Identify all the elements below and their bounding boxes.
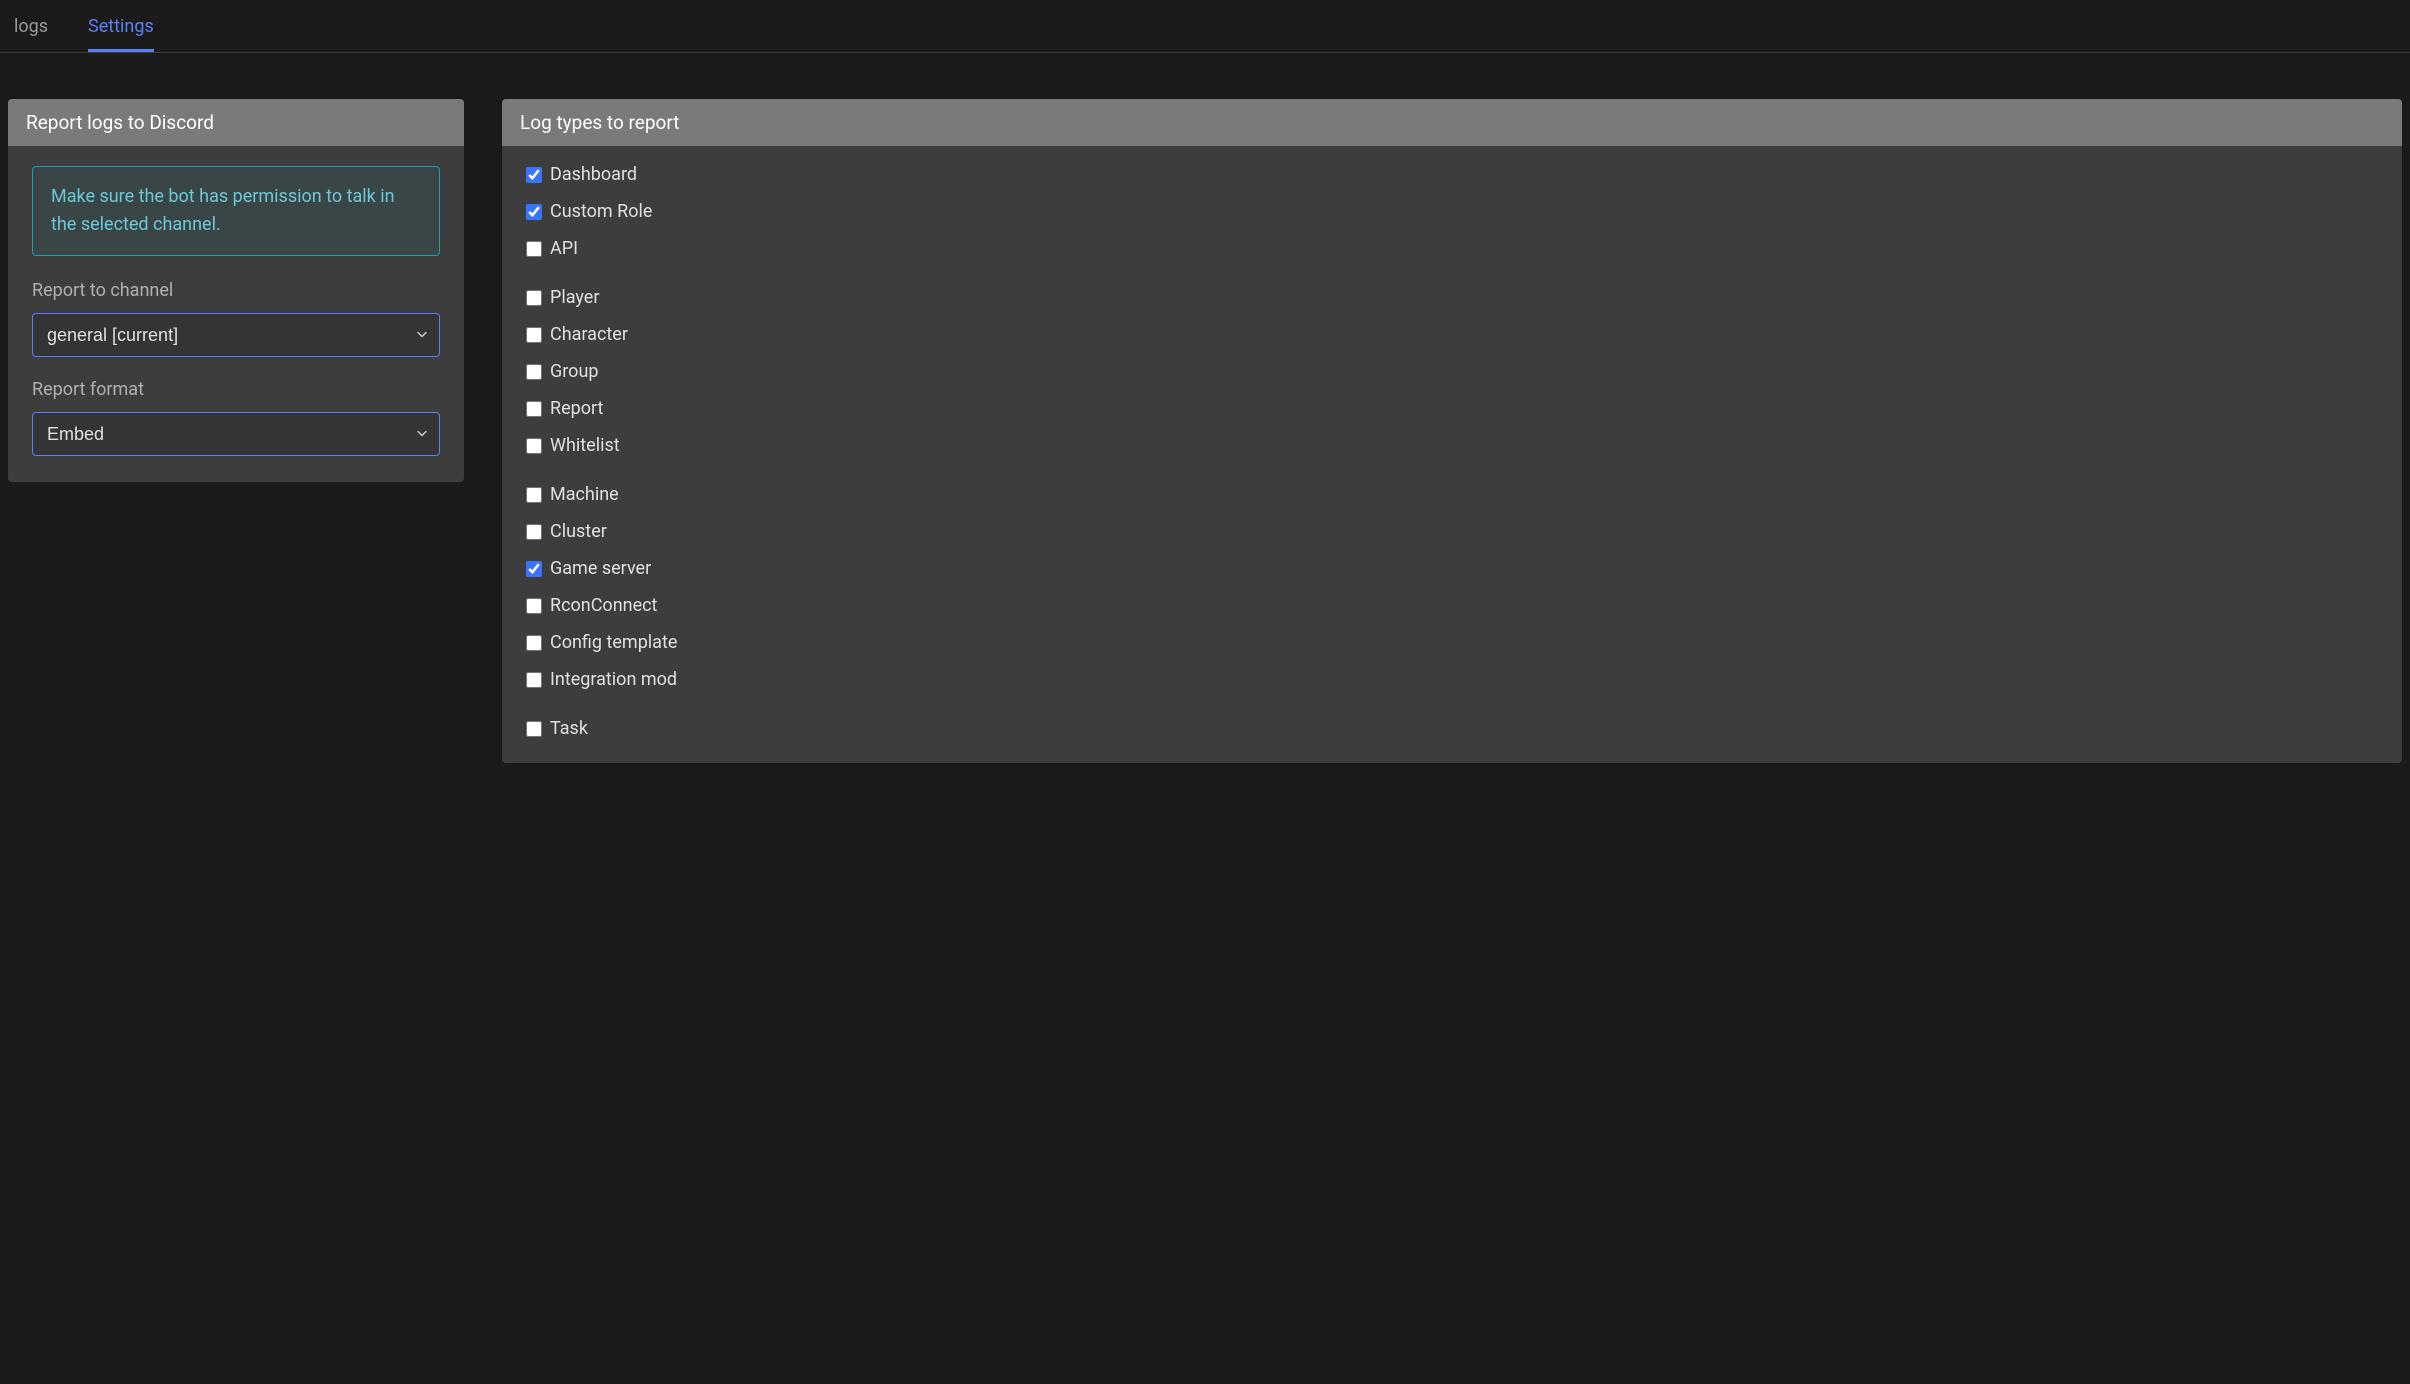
- checkbox-report[interactable]: [526, 401, 542, 417]
- checkbox-label-game-server[interactable]: Game server: [550, 558, 651, 579]
- select-wrap-channel: general [current]: [32, 313, 440, 357]
- log-type-row-character[interactable]: Character: [526, 324, 2378, 345]
- panel-report-logs: Report logs to Discord Make sure the bot…: [8, 99, 464, 482]
- checkbox-machine[interactable]: [526, 487, 542, 503]
- checkbox-label-custom-role[interactable]: Custom Role: [550, 201, 652, 222]
- checkbox-rconconnect[interactable]: [526, 598, 542, 614]
- checkbox-custom-role[interactable]: [526, 204, 542, 220]
- log-type-group: Task: [526, 718, 2378, 739]
- checkbox-label-player[interactable]: Player: [550, 287, 599, 308]
- checkbox-character[interactable]: [526, 327, 542, 343]
- log-type-row-integration-mod[interactable]: Integration mod: [526, 669, 2378, 690]
- checkbox-label-group[interactable]: Group: [550, 361, 598, 382]
- content-area: Report logs to Discord Make sure the bot…: [0, 53, 2410, 783]
- checkbox-label-rconconnect[interactable]: RconConnect: [550, 595, 657, 616]
- select-report-format[interactable]: Embed: [32, 412, 440, 456]
- checkbox-config-template[interactable]: [526, 635, 542, 651]
- panel-log-types: Log types to report Dashboard Custom Role…: [502, 99, 2402, 763]
- checkbox-label-config-template[interactable]: Config template: [550, 632, 677, 653]
- field-report-format: Report format Embed: [32, 379, 440, 456]
- select-report-channel[interactable]: general [current]: [32, 313, 440, 357]
- checkbox-label-cluster[interactable]: Cluster: [550, 521, 607, 542]
- log-type-row-dashboard[interactable]: Dashboard: [526, 164, 2378, 185]
- log-type-group: Dashboard Custom Role API: [526, 164, 2378, 259]
- checkbox-player[interactable]: [526, 290, 542, 306]
- log-type-row-group[interactable]: Group: [526, 361, 2378, 382]
- panel-report-logs-title: Report logs to Discord: [8, 99, 464, 146]
- log-type-row-task[interactable]: Task: [526, 718, 2378, 739]
- log-type-row-api[interactable]: API: [526, 238, 2378, 259]
- checkbox-label-integration-mod[interactable]: Integration mod: [550, 669, 677, 690]
- checkbox-label-report[interactable]: Report: [550, 398, 603, 419]
- log-type-row-whitelist[interactable]: Whitelist: [526, 435, 2378, 456]
- select-wrap-format: Embed: [32, 412, 440, 456]
- checkbox-game-server[interactable]: [526, 561, 542, 577]
- tab-settings[interactable]: Settings: [88, 16, 154, 52]
- checkbox-task[interactable]: [526, 721, 542, 737]
- info-permission-note: Make sure the bot has permission to talk…: [32, 166, 440, 256]
- checkbox-label-dashboard[interactable]: Dashboard: [550, 164, 637, 185]
- checkbox-dashboard[interactable]: [526, 167, 542, 183]
- checkbox-whitelist[interactable]: [526, 438, 542, 454]
- log-type-group: Player Character Group Report Whitelist: [526, 287, 2378, 456]
- checkbox-integration-mod[interactable]: [526, 672, 542, 688]
- log-type-row-report[interactable]: Report: [526, 398, 2378, 419]
- checkbox-label-api[interactable]: API: [550, 238, 578, 259]
- tab-logs[interactable]: logs: [14, 16, 48, 52]
- log-type-group: Machine Cluster Game server RconConnect Conf…: [526, 484, 2378, 690]
- checkbox-group[interactable]: [526, 364, 542, 380]
- label-report-channel: Report to channel: [32, 280, 440, 301]
- label-report-format: Report format: [32, 379, 440, 400]
- checkbox-label-character[interactable]: Character: [550, 324, 628, 345]
- checkbox-label-machine[interactable]: Machine: [550, 484, 619, 505]
- log-type-row-game-server[interactable]: Game server: [526, 558, 2378, 579]
- log-type-row-player[interactable]: Player: [526, 287, 2378, 308]
- checkbox-label-whitelist[interactable]: Whitelist: [550, 435, 620, 456]
- panel-log-types-body: Dashboard Custom Role API Player Character Gr…: [502, 146, 2402, 763]
- panel-log-types-title: Log types to report: [502, 99, 2402, 146]
- log-type-row-machine[interactable]: Machine: [526, 484, 2378, 505]
- checkbox-api[interactable]: [526, 241, 542, 257]
- log-type-row-rconconnect[interactable]: RconConnect: [526, 595, 2378, 616]
- log-type-row-cluster[interactable]: Cluster: [526, 521, 2378, 542]
- checkbox-cluster[interactable]: [526, 524, 542, 540]
- log-type-row-config-template[interactable]: Config template: [526, 632, 2378, 653]
- checkbox-label-task[interactable]: Task: [550, 718, 588, 739]
- panel-report-logs-body: Make sure the bot has permission to talk…: [8, 146, 464, 482]
- field-report-channel: Report to channel general [current]: [32, 280, 440, 357]
- tab-bar: logs Settings: [0, 0, 2410, 53]
- log-type-row-custom-role[interactable]: Custom Role: [526, 201, 2378, 222]
